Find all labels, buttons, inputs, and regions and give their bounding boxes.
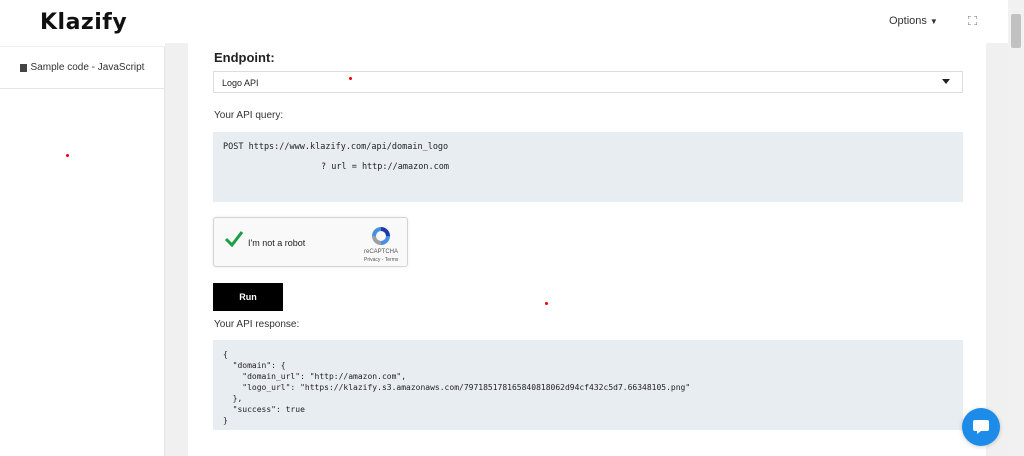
options-menu[interactable]: Options ▼: [889, 15, 938, 27]
captcha-label: I'm not a robot: [248, 238, 306, 248]
response-line: "domain": {: [223, 361, 286, 370]
chevron-down-icon: ▼: [929, 17, 938, 26]
response-line: },: [223, 394, 243, 403]
endpoint-selected-value: Logo API: [222, 78, 259, 88]
sidebar-item-sample-code[interactable]: Sample code - JavaScript: [0, 47, 164, 89]
query-label: Your API query:: [214, 110, 284, 121]
chat-icon: [973, 420, 989, 434]
brand-logo[interactable]: Klazify: [40, 10, 127, 35]
run-button[interactable]: Run: [213, 283, 283, 311]
response-code-block: { "domain": { "domain_url": "http://amaz…: [213, 340, 963, 430]
recaptcha-brand: reCAPTCHA: [364, 249, 399, 255]
endpoint-label: Endpoint:: [214, 50, 275, 65]
vertical-scrollbar[interactable]: [1008, 0, 1024, 456]
response-line: "success": true: [223, 405, 305, 414]
response-line: "domain_url": "http://amazon.com",: [223, 372, 407, 381]
query-code-block: POST https://www.klazify.com/api/domain_…: [213, 132, 963, 202]
marker-dot: [349, 77, 352, 80]
response-line: }: [223, 416, 228, 425]
checkmark-icon[interactable]: [224, 229, 244, 249]
marker-dot: [545, 302, 548, 305]
fullscreen-icon[interactable]: [968, 16, 977, 25]
chat-button[interactable]: [962, 408, 1000, 446]
top-bar: Klazify Options ▼: [0, 0, 1008, 46]
query-line-2: ? url = http://amazon.com: [321, 162, 449, 172]
recaptcha-links[interactable]: Privacy - Terms: [364, 257, 398, 263]
response-line: {: [223, 350, 228, 359]
left-gutter: [165, 43, 188, 456]
query-line-1: POST https://www.klazify.com/api/domain_…: [223, 142, 449, 152]
response-label: Your API response:: [214, 319, 300, 330]
endpoint-select[interactable]: Logo API: [213, 71, 963, 93]
right-gutter: [986, 43, 1008, 456]
recaptcha-widget: I'm not a robot reCAPTCHA Privacy - Term…: [213, 217, 408, 267]
marker-dot: [66, 154, 69, 157]
sidebar-item-label: Sample code - JavaScript: [30, 62, 145, 73]
document-icon: [19, 63, 27, 72]
response-line: "logo_url": "https://klazify.s3.amazonaw…: [223, 383, 691, 392]
options-label: Options: [889, 15, 927, 27]
recaptcha-logo-icon: [372, 227, 390, 245]
scrollbar-thumb[interactable]: [1011, 14, 1021, 48]
sidebar: Sample code - JavaScript: [0, 46, 165, 456]
caret-down-icon: [942, 79, 950, 84]
